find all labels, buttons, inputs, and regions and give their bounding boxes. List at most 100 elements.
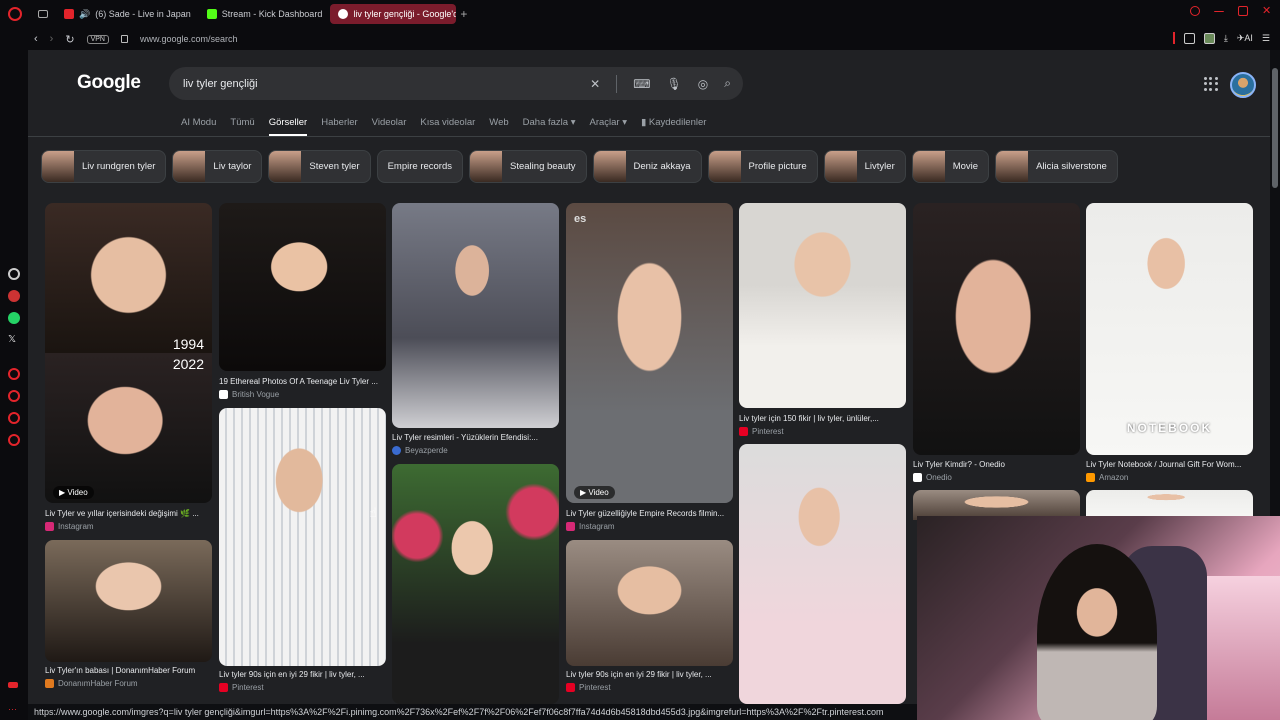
tab-menu-icon[interactable]	[38, 10, 48, 18]
close-window-icon[interactable]: ✕	[1262, 6, 1272, 17]
image-result[interactable]: Liv Tyler Kimdir? - Onedio Onedio	[913, 203, 1080, 488]
result-image[interactable]	[1086, 203, 1253, 455]
image-result[interactable]	[392, 464, 559, 704]
tab-news[interactable]: Haberler	[321, 117, 357, 136]
tab-saved[interactable]: ▮ Kaydedilenler	[641, 117, 706, 136]
tab-web[interactable]: Web	[489, 117, 508, 136]
tab-more[interactable]: Daha fazla ▾	[523, 117, 576, 136]
extension-thumb-icon[interactable]	[1203, 32, 1215, 44]
scrollbar-thumb[interactable]	[1272, 68, 1278, 188]
result-caption[interactable]: Liv Tyler resimleri - Yüzüklerin Efendis…	[392, 433, 559, 442]
chip[interactable]: Livtyler	[823, 150, 906, 183]
image-result[interactable]: Liv tyler 90s için en iyi 29 fikir | liv…	[219, 408, 386, 698]
result-source[interactable]: Instagram	[566, 522, 615, 531]
result-caption[interactable]: Liv Tyler güzelliğiyle Empire Records fi…	[566, 509, 733, 518]
url-field[interactable]: www.google.com/search	[140, 34, 238, 44]
result-image[interactable]	[219, 203, 386, 371]
download-icon[interactable]: ⤓	[1224, 33, 1228, 44]
tab-google[interactable]: liv tyler gençliği - Google'da	[330, 4, 457, 24]
result-source[interactable]: DonanımHaber Forum	[45, 679, 138, 688]
result-caption[interactable]: Liv tyler 90s için en iyi 29 fikir | liv…	[219, 670, 386, 679]
whatsapp-icon[interactable]	[8, 312, 20, 324]
minimize-icon[interactable]	[1214, 11, 1224, 13]
result-caption[interactable]: 19 Ethereal Photos Of A Teenage Liv Tyle…	[219, 377, 386, 386]
keyboard-icon[interactable]: ⌨	[633, 77, 650, 91]
chip[interactable]: Movie	[911, 150, 990, 183]
result-image[interactable]	[566, 203, 733, 503]
result-image[interactable]	[45, 203, 212, 353]
result-caption[interactable]: Liv tyler 90s için en iyi 29 fikir | liv…	[566, 670, 733, 679]
ai-sidebar-icon[interactable]	[8, 290, 20, 302]
result-caption[interactable]: Liv Tyler Kimdir? - Onedio	[913, 460, 1080, 469]
tab-youtube[interactable]: 🔊 (6) Sade - Live in Japan	[56, 4, 199, 24]
result-caption[interactable]: Liv Tyler Notebook / Journal Gift For Wo…	[1086, 460, 1253, 469]
forward-icon[interactable]: ›	[50, 33, 54, 45]
player-icon[interactable]	[8, 368, 20, 380]
reload-icon[interactable]: ↻	[65, 33, 74, 46]
image-result[interactable]: es ▶ Video Liv Tyler güzelliğiyle Empire…	[566, 203, 733, 533]
messages-icon[interactable]	[8, 412, 20, 424]
search-icon[interactable]: ⌕	[724, 76, 731, 91]
image-result[interactable]: Liv tyler 90s için en iyi 29 fikir | liv…	[566, 540, 733, 704]
menu-icon[interactable]: ☰	[1262, 33, 1270, 44]
chip[interactable]: Stealing beauty	[469, 150, 587, 183]
page-scrollbar[interactable]	[1270, 50, 1280, 516]
image-result[interactable]: NOTEBOOK Liv Tyler Notebook / Journal Gi…	[1086, 203, 1253, 488]
clear-icon[interactable]: ✕	[590, 77, 600, 91]
result-caption[interactable]: Liv Tyler'ın babası | DonanımHaber Forum	[45, 666, 212, 675]
chip[interactable]: Liv taylor	[172, 150, 263, 183]
vpn-badge[interactable]: VPN	[86, 34, 109, 44]
aria-icon[interactable]	[8, 268, 20, 280]
result-image[interactable]	[739, 203, 906, 408]
result-caption[interactable]: Liv Tyler ve yıllar içerisindeki değişim…	[45, 509, 212, 518]
chip[interactable]: Alicia silverstone	[995, 150, 1118, 183]
result-source[interactable]: Instagram	[45, 522, 94, 531]
chip[interactable]: Empire records	[376, 150, 464, 183]
result-source[interactable]: Beyazperde	[392, 446, 448, 455]
lens-icon[interactable]: ◎	[698, 77, 708, 91]
chip[interactable]: Steven tyler	[268, 150, 371, 183]
tab-images[interactable]: Görseller	[268, 117, 308, 136]
opera-logo-icon[interactable]	[8, 7, 22, 21]
chip[interactable]: Liv rundgren tyler	[41, 150, 167, 183]
chip[interactable]: Profile picture	[707, 150, 818, 183]
google-logo[interactable]: Google	[77, 72, 141, 94]
speaker-icon[interactable]: 🔊	[79, 9, 90, 20]
result-image[interactable]	[45, 540, 212, 662]
result-source[interactable]: Amazon	[1086, 473, 1128, 482]
result-source[interactable]: Onedio	[913, 473, 952, 482]
result-image[interactable]	[219, 408, 386, 666]
chip[interactable]: Deniz akkaya	[592, 150, 702, 183]
result-image[interactable]	[392, 464, 559, 704]
image-result[interactable]: Liv tyler için 150 fikir | liv tyler, ün…	[739, 203, 906, 438]
x-twitter-icon[interactable]: 𝕏	[8, 334, 20, 346]
result-image[interactable]	[566, 540, 733, 666]
avatar[interactable]	[1230, 72, 1256, 98]
maximize-icon[interactable]	[1238, 6, 1248, 16]
result-caption[interactable]: Liv tyler için 150 fikir | liv tyler, ün…	[739, 414, 906, 423]
search-input[interactable]: liv tyler gençliği	[183, 78, 590, 90]
lock-icon[interactable]	[120, 35, 128, 43]
result-source[interactable]: Pinterest	[219, 683, 264, 692]
image-result[interactable]: 1994 2022 ▶ Video Liv Tyler ve yıllar iç…	[45, 203, 212, 533]
microphone-icon[interactable]: 🎙	[667, 77, 682, 91]
image-result[interactable]	[739, 444, 906, 704]
image-result[interactable]: Liv Tyler'ın babası | DonanımHaber Forum…	[45, 540, 212, 704]
settings-icon[interactable]	[8, 434, 20, 446]
ai-button[interactable]: ✈AI	[1237, 33, 1253, 44]
tab-videos[interactable]: Videolar	[372, 117, 407, 136]
more-icon[interactable]: ···	[8, 704, 20, 716]
result-image[interactable]	[739, 444, 906, 704]
search-tabs-icon[interactable]	[1190, 6, 1200, 16]
history-icon[interactable]	[8, 390, 20, 402]
extension-icon[interactable]	[1183, 32, 1195, 44]
new-tab-button[interactable]: +	[460, 7, 467, 21]
result-image[interactable]	[45, 353, 212, 503]
result-image[interactable]	[392, 203, 559, 428]
google-apps-icon[interactable]	[1204, 77, 1218, 91]
tab-all[interactable]: Tümü	[230, 117, 254, 136]
tab-ai-mode[interactable]: AI Modu	[181, 117, 216, 136]
image-result[interactable]: Liv Tyler resimleri - Yüzüklerin Efendis…	[392, 203, 559, 458]
image-result[interactable]: 19 Ethereal Photos Of A Teenage Liv Tyle…	[219, 203, 386, 403]
result-source[interactable]: British Vogue	[219, 390, 279, 399]
